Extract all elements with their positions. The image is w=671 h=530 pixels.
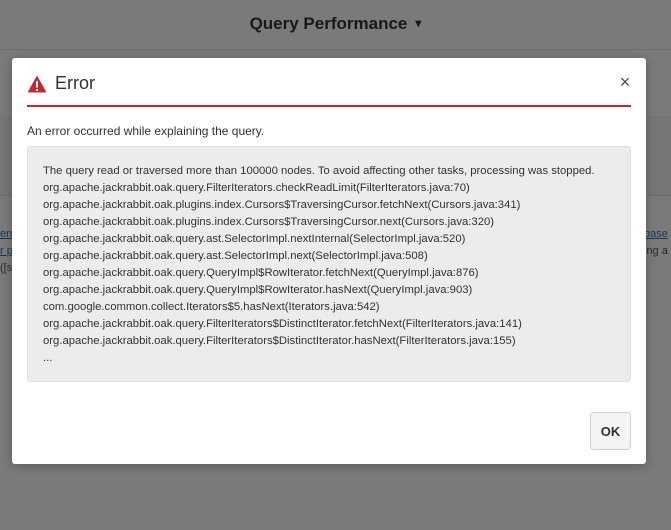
error-message: An error occurred while explaining the q… [27,124,265,138]
error-detail-line: org.apache.jackrabbit.oak.query.FilterIt… [43,318,522,330]
error-dialog: Error × An error occurred while explaini… [12,58,646,464]
error-detail-line: org.apache.jackrabbit.oak.plugins.index.… [43,216,495,228]
error-details: The query read or traversed more than 10… [27,146,631,382]
error-detail-line: com.google.common.collect.Iterators$5.ha… [43,301,380,313]
close-button[interactable]: × [615,72,635,92]
error-detail-line: org.apache.jackrabbit.oak.query.QueryImp… [43,267,479,279]
error-detail-line: The query read or traversed more than 10… [43,165,595,177]
ok-button[interactable]: OK [590,412,631,450]
error-detail-line: org.apache.jackrabbit.oak.query.ast.Sele… [43,233,466,245]
error-detail-line: org.apache.jackrabbit.oak.query.FilterIt… [43,182,470,194]
dialog-header: Error × [27,58,631,107]
error-detail-line: org.apache.jackrabbit.oak.query.QueryImp… [43,284,473,296]
error-detail-line: org.apache.jackrabbit.oak.query.FilterIt… [43,335,516,347]
error-detail-ellipsis: ... [43,352,53,364]
alert-triangle-icon [27,75,47,93]
error-detail-line: org.apache.jackrabbit.oak.query.ast.Sele… [43,250,428,262]
dialog-title: Error [55,73,95,93]
error-detail-line: org.apache.jackrabbit.oak.plugins.index.… [43,199,521,211]
